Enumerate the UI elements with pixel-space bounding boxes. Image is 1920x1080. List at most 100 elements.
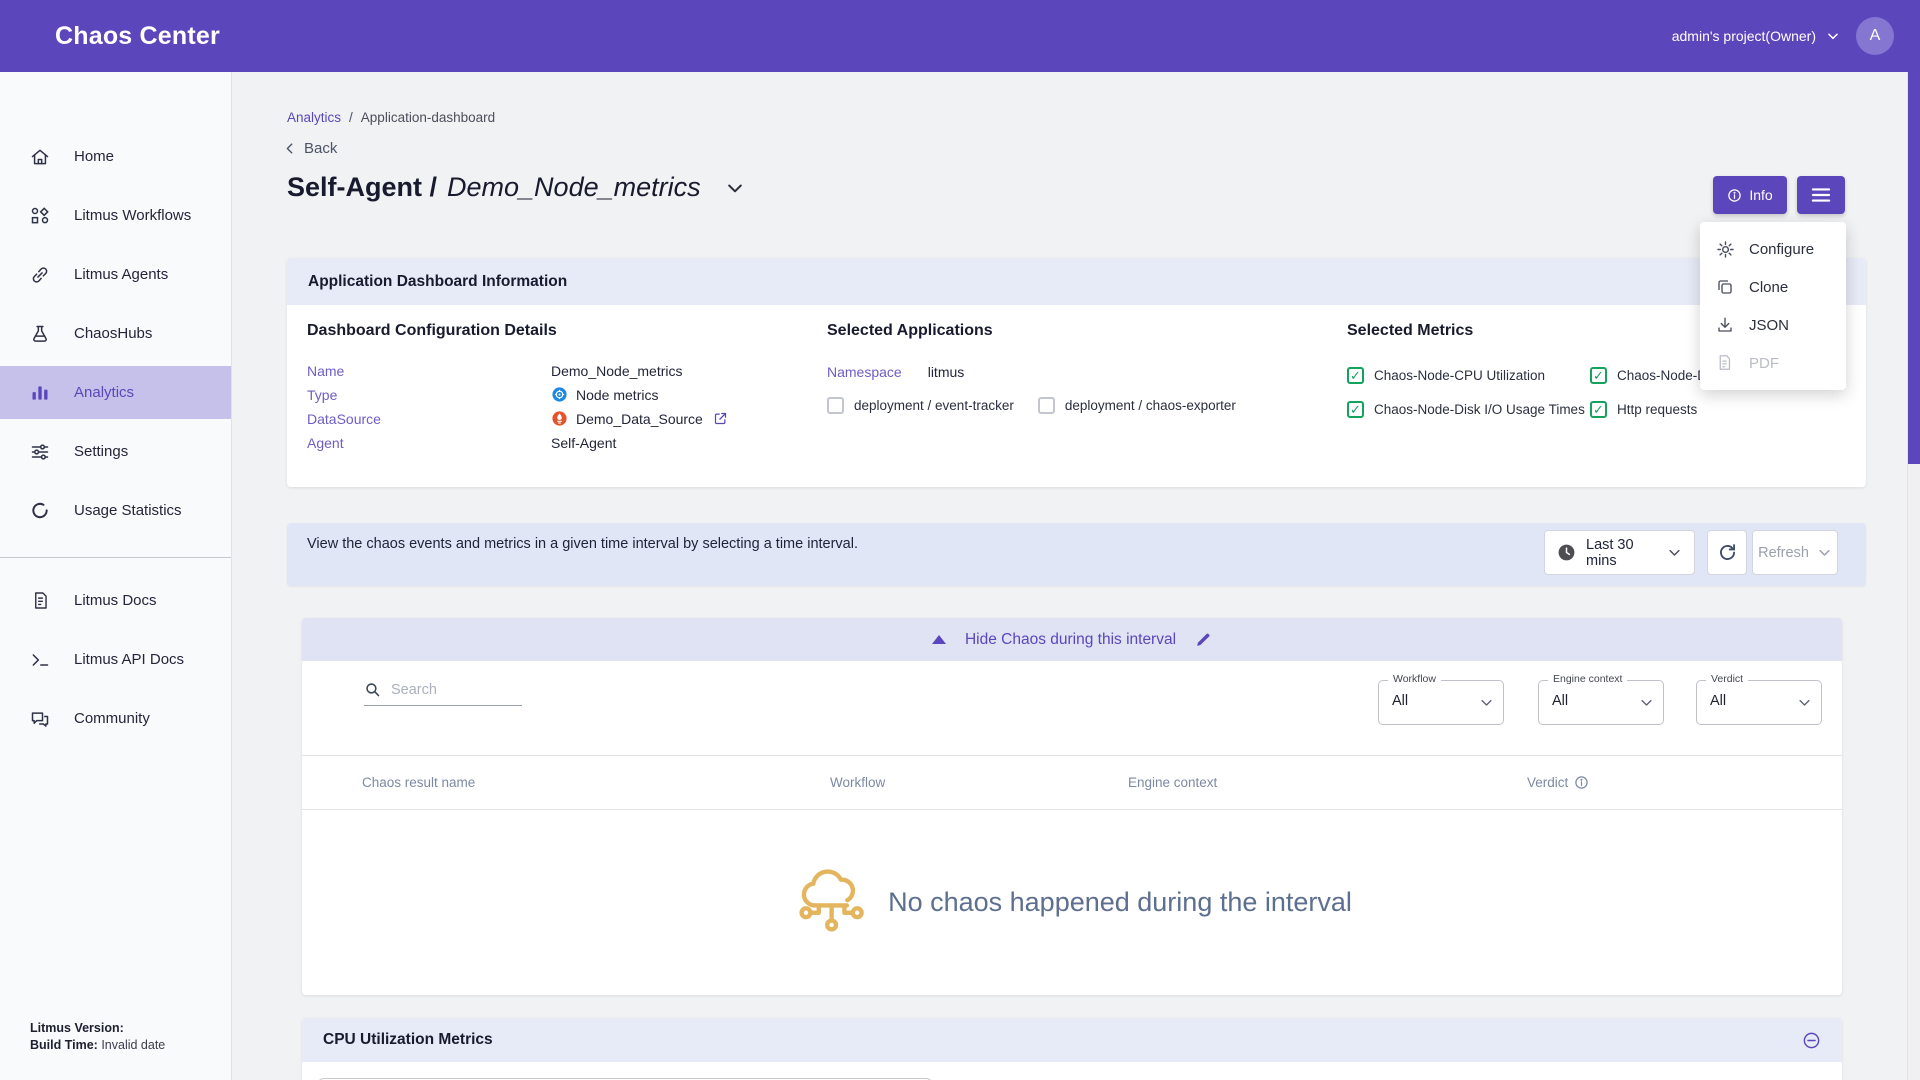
metric-checkbox-http-requests: ✓ Http requests <box>1590 401 1818 418</box>
metric-checkbox-cpu-utilization: ✓ Chaos-Node-CPU Utilization <box>1347 367 1590 384</box>
workflow-filter-select[interactable]: Workflow All <box>1378 680 1504 725</box>
column-engine-context: Engine context <box>1128 775 1217 790</box>
time-range-value: Last 30 mins <box>1586 537 1657 569</box>
checkbox-checked[interactable]: ✓ <box>1590 401 1607 418</box>
title-agent: Self-Agent / <box>287 172 437 203</box>
config-row-agent: Agent Self-Agent <box>307 433 787 452</box>
home-icon <box>30 147 50 167</box>
dashboard-actions-menu: Configure Clone JSON PDF <box>1700 222 1846 390</box>
community-icon <box>30 709 50 729</box>
sidebar-item-usage-statistics[interactable]: Usage Statistics <box>0 484 231 537</box>
menu-item-clone[interactable]: Clone <box>1700 268 1846 306</box>
dashboard-information-header: Application Dashboard Information <box>287 258 1866 305</box>
terminal-icon <box>30 650 50 670</box>
avatar[interactable]: A <box>1856 17 1894 55</box>
chaos-section-header: Hide Chaos during this interval <box>302 618 1842 661</box>
column-chaos-result-name: Chaos result name <box>362 775 475 790</box>
menu-item-pdf[interactable]: PDF <box>1700 344 1846 382</box>
search-input[interactable] <box>391 682 509 698</box>
menu-item-label: PDF <box>1749 355 1779 372</box>
document-icon <box>1716 354 1735 373</box>
refresh-now-button[interactable] <box>1707 530 1747 575</box>
sidebar-item-home[interactable]: Home <box>0 130 231 183</box>
cpu-utilization-card: CPU Utilization Metrics <box>302 1018 1842 1080</box>
chevron-down-icon <box>1479 695 1494 710</box>
sidebar-item-community[interactable]: Community <box>0 692 231 745</box>
menu-item-configure[interactable]: Configure <box>1700 230 1846 268</box>
chaos-events-card: Hide Chaos during this interval Workflow… <box>302 618 1842 995</box>
refresh-select-label: Refresh <box>1758 545 1809 561</box>
breadcrumb: Analytics / Application-dashboard <box>287 110 495 125</box>
checkbox-unchecked[interactable] <box>1038 397 1055 414</box>
chevron-down-icon <box>1826 29 1840 43</box>
litmus-version-label: Litmus Version: <box>30 1021 124 1035</box>
prometheus-icon <box>551 410 568 427</box>
sidebar-item-litmus-agents[interactable]: Litmus Agents <box>0 248 231 301</box>
cloud-network-icon <box>792 864 870 942</box>
refresh-interval-select[interactable]: Refresh <box>1752 530 1838 575</box>
verdict-filter-select[interactable]: Verdict All <box>1696 680 1822 725</box>
selected-metrics-title: Selected Metrics <box>1347 322 1473 340</box>
engine-context-filter-select[interactable]: Engine context All <box>1538 680 1664 725</box>
selected-applications-title: Selected Applications <box>827 322 993 340</box>
info-button[interactable]: Info <box>1713 176 1787 214</box>
sidebar-item-litmus-docs[interactable]: Litmus Docs <box>0 574 231 627</box>
sidebar-item-chaoshubs[interactable]: ChaosHubs <box>0 307 231 360</box>
config-row-type: Type Node metrics <box>307 385 787 404</box>
sidebar-item-litmus-api-docs[interactable]: Litmus API Docs <box>0 633 231 686</box>
scrollbar-thumb[interactable] <box>1908 72 1920 464</box>
dashboard-menu-button[interactable] <box>1797 176 1845 214</box>
sidebar-item-settings[interactable]: Settings <box>0 425 231 478</box>
info-button-label: Info <box>1749 187 1772 203</box>
sidebar-item-analytics[interactable]: Analytics <box>0 366 231 419</box>
chevron-down-icon <box>1817 545 1832 560</box>
project-switcher[interactable]: admin's project(Owner) <box>1672 28 1840 44</box>
chevron-down-icon <box>1667 545 1682 560</box>
gear-icon <box>1716 240 1735 259</box>
checkbox-checked[interactable]: ✓ <box>1590 367 1607 384</box>
title-dashboard-name: Demo_Node_metrics <box>447 172 701 203</box>
menu-item-label: JSON <box>1749 317 1789 334</box>
sidebar-item-label: Litmus API Docs <box>74 651 184 668</box>
download-icon <box>1716 316 1735 335</box>
external-link-icon[interactable] <box>713 411 728 426</box>
empty-state: No chaos happened during the interval <box>302 810 1842 995</box>
sidebar-item-label: Analytics <box>74 384 134 401</box>
clone-icon <box>1716 278 1735 297</box>
column-verdict: Verdict <box>1527 775 1589 790</box>
back-button[interactable]: Back <box>283 140 337 157</box>
menu-item-json[interactable]: JSON <box>1700 306 1846 344</box>
hamburger-icon <box>1811 187 1831 203</box>
dashboard-information-card: Application Dashboard Information Dashbo… <box>287 258 1866 487</box>
sidebar-item-litmus-workflows[interactable]: Litmus Workflows <box>0 189 231 242</box>
time-range-select[interactable]: Last 30 mins <box>1544 530 1695 575</box>
sidebar-item-label: ChaosHubs <box>74 325 152 342</box>
menu-item-label: Configure <box>1749 241 1814 258</box>
breadcrumb-analytics[interactable]: Analytics <box>287 110 341 125</box>
back-label: Back <box>304 140 337 157</box>
checkbox-unchecked[interactable] <box>827 397 844 414</box>
edit-pencil-icon[interactable] <box>1195 631 1212 648</box>
checkbox-checked[interactable]: ✓ <box>1347 367 1364 384</box>
checkbox-checked[interactable]: ✓ <box>1347 401 1364 418</box>
build-time-label: Build Time: <box>30 1038 98 1052</box>
sidebar: Home Litmus Workflows Litmus Agents Chao… <box>0 72 232 1080</box>
cpu-utilization-title: CPU Utilization Metrics <box>323 1031 493 1049</box>
breadcrumb-current: Application-dashboard <box>361 110 495 125</box>
collapse-minus-icon[interactable] <box>1802 1031 1821 1050</box>
application-checkbox-event-tracker: deployment / event-tracker <box>827 397 1014 414</box>
dashboard-information-title: Application Dashboard Information <box>308 273 567 291</box>
hide-chaos-toggle[interactable]: Hide Chaos during this interval <box>965 631 1176 649</box>
metric-checkbox-disk-io-times: ✓ Chaos-Node-Disk I/O Usage Times <box>1347 401 1590 418</box>
sidebar-item-label: Settings <box>74 443 128 460</box>
sidebar-item-label: Litmus Docs <box>74 592 157 609</box>
collapse-triangle-icon[interactable] <box>932 635 946 644</box>
search-field <box>364 681 522 706</box>
page-scrollbar[interactable] <box>1907 72 1920 1080</box>
config-row-name: Name Demo_Node_metrics <box>307 361 787 380</box>
docs-icon <box>30 591 50 611</box>
verdict-info-icon[interactable] <box>1574 775 1589 790</box>
top-header: Chaos Center admin's project(Owner) A <box>0 0 1920 72</box>
title-chevron-down-icon[interactable] <box>725 178 745 198</box>
time-interval-bar: View the chaos events and metrics in a g… <box>287 523 1866 586</box>
